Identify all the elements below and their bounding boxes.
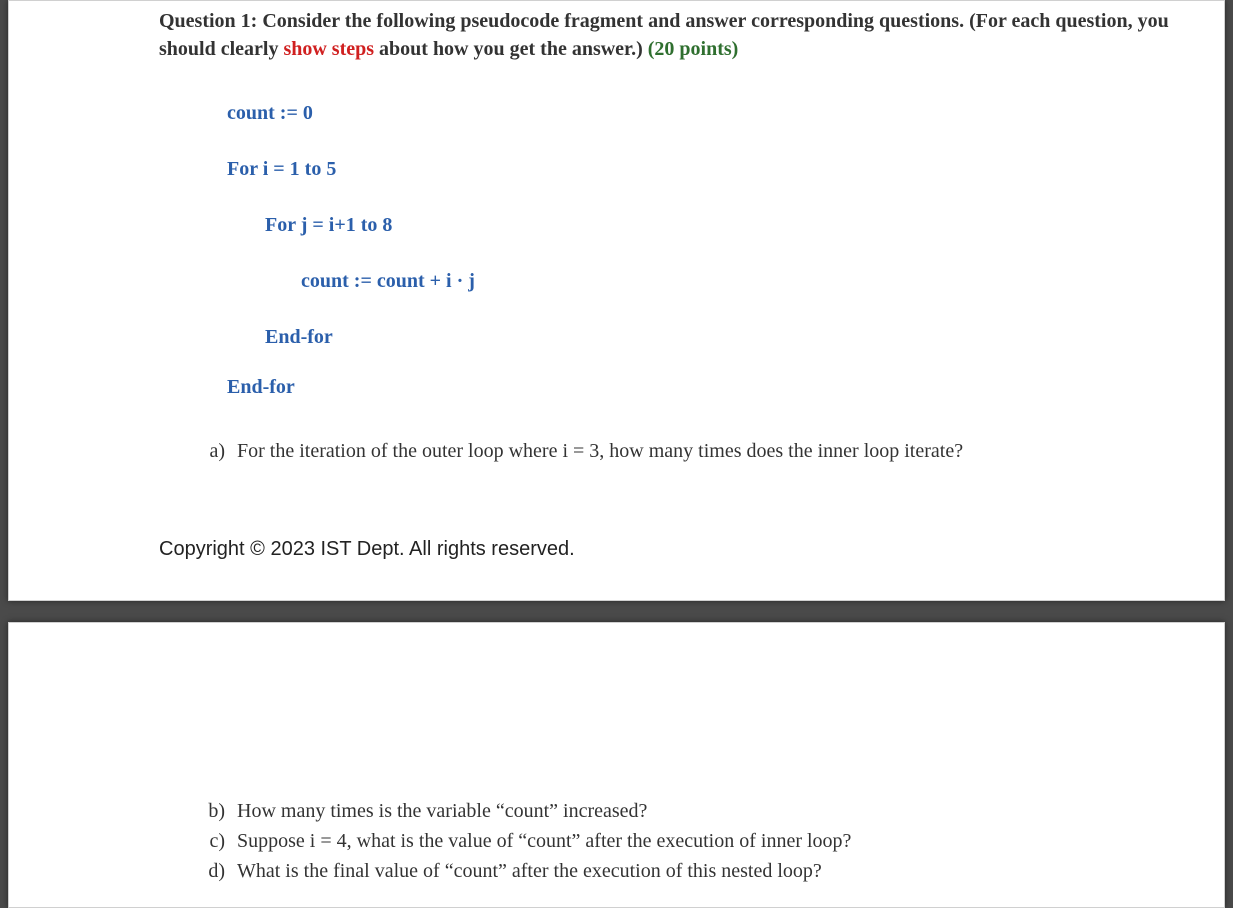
pseudocode-block: count := 0 For i = 1 to 5 For j = i+1 to…	[227, 85, 1174, 411]
question-label: Question 1:	[159, 10, 257, 32]
subquestion-b-text: How many times is the variable “count” i…	[237, 797, 647, 825]
subquestion-a-text: For the iteration of the outer loop wher…	[237, 437, 963, 465]
subquestion-a: a) For the iteration of the outer loop w…	[191, 437, 1174, 465]
subquestion-list-page1: a) For the iteration of the outer loop w…	[191, 437, 1174, 465]
document-page-2: b) How many times is the variable “count…	[8, 622, 1225, 908]
pseudocode-line-1: count := 0	[227, 85, 1174, 141]
subquestion-c: c) Suppose i = 4, what is the value of “…	[191, 827, 1174, 855]
subquestion-c-marker: c)	[191, 827, 237, 855]
subquestion-d: d) What is the final value of “count” af…	[191, 857, 1174, 885]
question-prompt-part2: about how you get the answer.)	[374, 38, 648, 60]
copyright-notice: Copyright © 2023 IST Dept. All rights re…	[159, 535, 1174, 563]
pseudocode-line-2: For i = 1 to 5	[227, 141, 1174, 197]
pseudocode-line-5: End-for	[265, 309, 1174, 365]
page-2-content: b) How many times is the variable “count…	[9, 623, 1224, 885]
subquestion-b: b) How many times is the variable “count…	[191, 797, 1174, 825]
subquestion-c-text: Suppose i = 4, what is the value of “cou…	[237, 827, 851, 855]
pseudocode-line-4: count := count + i · j	[301, 253, 1174, 309]
document-page-1: Question 1: Consider the following pseud…	[8, 0, 1225, 601]
page-1-content: Question 1: Consider the following pseud…	[9, 1, 1224, 563]
subquestion-a-marker: a)	[191, 437, 237, 465]
question-points: (20 points)	[648, 38, 739, 60]
subquestion-list-page2: b) How many times is the variable “count…	[191, 629, 1174, 885]
subquestion-d-text: What is the final value of “count” after…	[237, 857, 822, 885]
subquestion-b-marker: b)	[191, 797, 237, 825]
subquestion-d-marker: d)	[191, 857, 237, 885]
question-heading: Question 1: Consider the following pseud…	[159, 7, 1174, 63]
question-highlight: show steps	[283, 38, 374, 60]
document-viewport: Question 1: Consider the following pseud…	[0, 0, 1233, 908]
pseudocode-line-6: End-for	[227, 365, 1174, 411]
pseudocode-line-3: For j = i+1 to 8	[265, 197, 1174, 253]
